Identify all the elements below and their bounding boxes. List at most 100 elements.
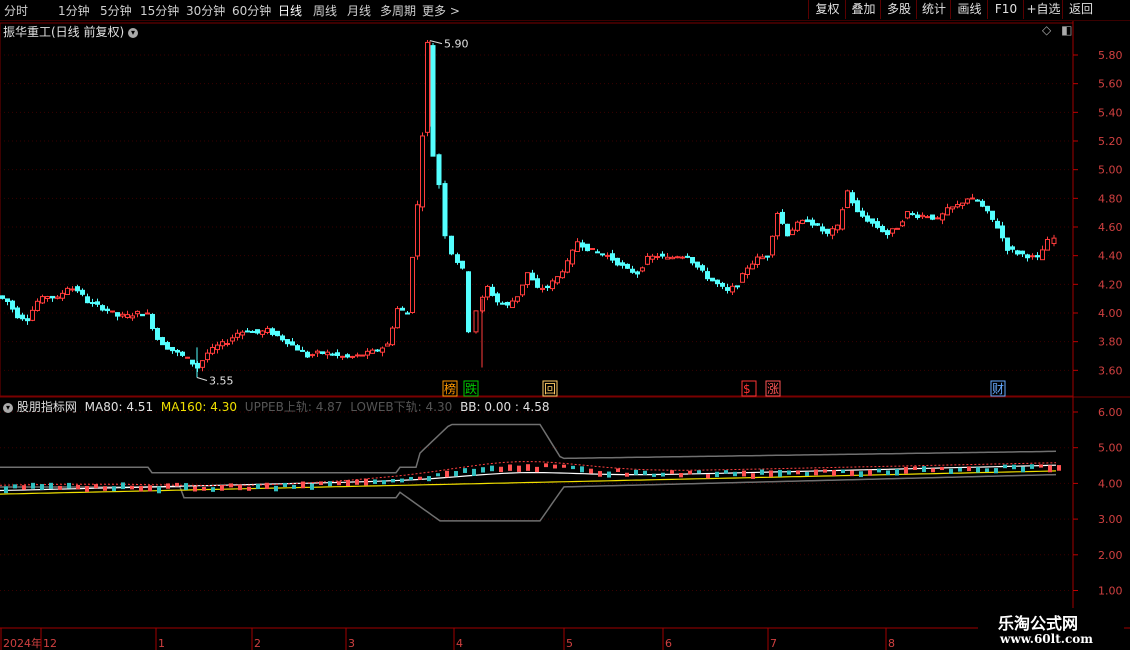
indicator-bar	[904, 466, 908, 474]
candle-body	[950, 206, 955, 210]
indicator-header: ▾ 股朋指标网 MA80: 4.51 MA160: 4.30 UPPEB上轨: …	[3, 398, 550, 415]
indicator-bar	[814, 469, 818, 476]
date-tick-label: 2	[254, 637, 261, 650]
candle-body	[580, 242, 585, 248]
price-tick-label: 5.80	[1098, 49, 1123, 62]
candle-body	[1030, 255, 1035, 258]
candle-body	[80, 289, 85, 295]
indicator-bar	[913, 466, 917, 470]
indicator-bar	[715, 471, 719, 478]
period-tab-1[interactable]: 1分钟	[58, 2, 90, 19]
candle-body	[466, 271, 471, 333]
indicator-bar	[832, 470, 836, 476]
candle-body	[1045, 238, 1050, 251]
candle-body	[830, 228, 835, 236]
candle-body	[285, 339, 290, 345]
candle-body	[680, 256, 685, 259]
toolbar-button-3[interactable]: 统计	[916, 0, 951, 19]
candle-body	[675, 256, 680, 259]
candle-body	[715, 279, 720, 285]
candle-body	[35, 300, 40, 311]
date-tick-label: 5	[566, 637, 573, 650]
chevron-down-icon[interactable]: ▾	[128, 27, 139, 38]
candle-body	[625, 263, 630, 269]
candle-body	[170, 346, 175, 352]
candle-body	[890, 228, 895, 234]
indicator-bar	[985, 468, 989, 473]
indicator-bar	[805, 472, 809, 476]
period-tab-0[interactable]: 分时	[4, 2, 28, 19]
period-tab-7[interactable]: 周线	[313, 2, 337, 19]
candle-body	[315, 350, 320, 354]
panel-controls[interactable]: ◇ ◧	[1042, 23, 1072, 37]
candle-body	[850, 192, 855, 204]
candle-body	[900, 221, 905, 227]
indicator-bar	[742, 470, 746, 477]
toolbar-button-6[interactable]: +自选	[1023, 0, 1063, 19]
candle-body	[605, 254, 610, 257]
indicator-bar	[661, 472, 665, 477]
chevron-down-icon[interactable]: ▾	[3, 402, 13, 413]
indicator-bar	[184, 483, 188, 490]
toolbar-button-1[interactable]: 叠加	[845, 0, 881, 19]
candle-body	[820, 226, 825, 232]
toolbar-button-2[interactable]: 多股	[880, 0, 917, 19]
toolbar-button-4[interactable]: 画线	[950, 0, 988, 19]
candle-body	[160, 337, 165, 346]
price-tick-label: 5.60	[1098, 78, 1123, 91]
candle-body	[730, 285, 735, 293]
price-tick-label: 4.20	[1098, 278, 1123, 291]
stock-title[interactable]: 振华重工(日线 前复权)	[3, 25, 124, 39]
ma160-label: MA160: 4.30	[160, 400, 237, 414]
indicator-bar	[346, 479, 350, 487]
indicator-bar	[238, 484, 242, 491]
indicator-name[interactable]: 股朋指标网	[17, 400, 77, 414]
period-tab-5[interactable]: 60分钟	[232, 2, 271, 19]
candle-body	[875, 221, 880, 228]
lower-band-line	[0, 473, 1057, 522]
date-tick-label: 1	[158, 637, 165, 650]
panel-layout-icon[interactable]: ◧	[1061, 23, 1072, 37]
indicator-bar	[490, 465, 494, 472]
candle-body	[190, 359, 195, 365]
toolbar-button-5[interactable]: F10	[987, 0, 1024, 19]
candle-body	[1051, 237, 1057, 244]
candle-body	[760, 256, 765, 260]
period-tab-10[interactable]: 更多 >	[422, 2, 460, 19]
toolbar-button-7[interactable]: 返回	[1062, 0, 1099, 19]
period-tab-3[interactable]: 15分钟	[140, 2, 179, 19]
candle-body	[385, 343, 390, 347]
indicator-bar	[967, 466, 971, 472]
period-tab-9[interactable]: 多周期	[380, 2, 416, 19]
main-panel-title[interactable]: 振华重工(日线 前复权) ▾	[3, 23, 139, 40]
indicator-bar	[859, 471, 863, 478]
candle-body	[270, 328, 275, 335]
period-tab-8[interactable]: 月线	[347, 2, 371, 19]
diamond-icon[interactable]: ◇	[1042, 23, 1051, 37]
candle-body	[110, 310, 115, 313]
period-tab-2[interactable]: 5分钟	[100, 2, 132, 19]
indicator-bar	[481, 467, 485, 473]
candle-body	[140, 313, 145, 317]
toolbar-button-0[interactable]: 复权	[808, 0, 846, 19]
candle-body	[800, 219, 805, 224]
indicator-bar	[787, 470, 791, 475]
candle-body	[320, 351, 325, 355]
indicator-bar	[139, 485, 143, 492]
candle-body	[360, 354, 365, 357]
indicator-bar	[364, 478, 368, 486]
candle-body	[1020, 250, 1025, 255]
indicator-bar	[40, 484, 44, 490]
price-tick-label: 4.60	[1098, 221, 1123, 234]
candle-body	[1040, 249, 1045, 261]
period-tab-6[interactable]: 日线	[278, 2, 302, 19]
candle-body	[295, 345, 300, 351]
candle-body	[735, 285, 740, 288]
period-tab-4[interactable]: 30分钟	[186, 2, 225, 19]
candle-body	[975, 199, 980, 202]
indicator-bar	[895, 468, 899, 476]
candle-body	[375, 349, 380, 352]
candle-body	[280, 335, 285, 341]
candle-body	[442, 183, 448, 237]
candle-body	[250, 330, 255, 333]
